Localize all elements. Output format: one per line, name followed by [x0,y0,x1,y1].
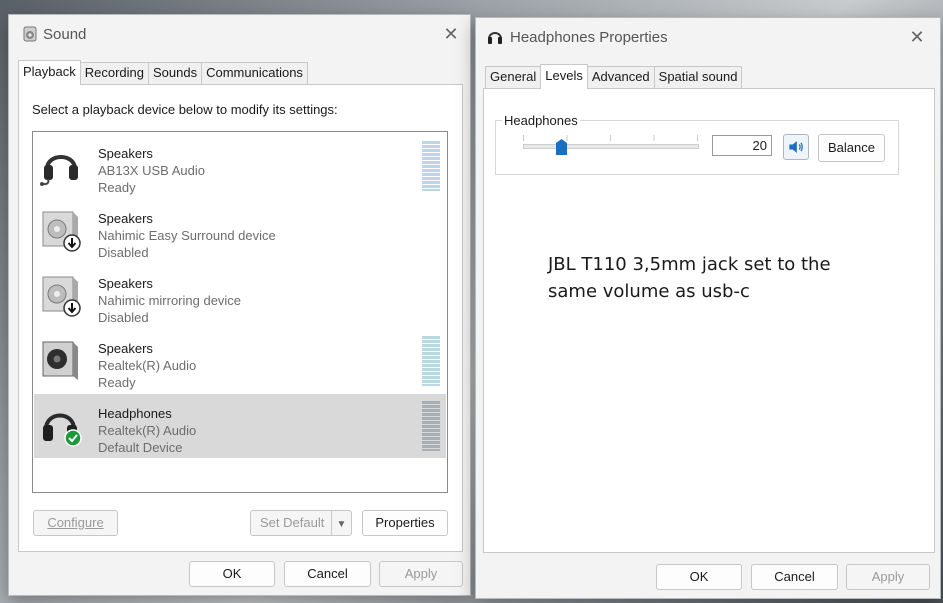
speaker-disabled-icon [42,276,81,317]
tab-general[interactable]: General [485,66,542,88]
set-default-label: Set Default [260,515,325,530]
sound-titlebar: Sound ✕ [9,15,470,53]
sound-window: Sound ✕ Playback Recording Sounds Commun… [8,14,471,596]
ok-button[interactable]: OK [656,564,742,590]
properties-tabs: General Levels Advanced Spatial sound [485,64,743,89]
headphones-default-icon [43,413,82,447]
level-value: 20 [752,138,767,153]
level-value-field[interactable]: 20 [712,135,772,156]
headphones-level-group: Headphones 20 Balance [495,113,899,175]
speaker-disabled-icon [42,211,81,252]
note-line: same volume as usb-c [548,281,750,302]
tab-communications[interactable]: Communications [201,62,308,84]
set-default-button[interactable]: Set Default ▼ [250,510,352,536]
device-status: Default Device [98,440,183,455]
device-status: Disabled [98,245,149,260]
device-description: AB13X USB Audio [98,163,205,178]
ok-button[interactable]: OK [189,561,275,587]
tab-sounds[interactable]: Sounds [148,62,203,84]
tab-recording[interactable]: Recording [79,62,150,84]
playback-panel: Select a playback device below to modify… [18,84,463,552]
configure-label: Configure [47,515,104,530]
chevron-down-icon: ▼ [336,519,347,530]
device-row[interactable]: Speakers Realtek(R) Audio Ready [34,329,446,393]
device-list[interactable]: Speakers AB13X USB Audio Ready Speakers … [32,131,448,493]
device-row[interactable]: Speakers Nahimic Easy Surround device Di… [34,199,446,263]
headphones-app-icon [488,32,502,44]
device-name: Speakers [98,211,153,226]
device-name: Speakers [98,146,153,161]
tab-levels[interactable]: Levels [540,64,588,89]
speaker-app-icon [23,26,37,42]
device-row[interactable]: Speakers AB13X USB Audio Ready [34,134,446,198]
cancel-button[interactable]: Cancel [751,564,838,590]
properties-window: Headphones Properties ✕ General Levels A… [475,17,941,599]
device-status: Ready [98,375,136,390]
note-line: JBL T110 3,5mm jack set to the [548,254,831,275]
levels-panel: Headphones 20 Balance JBL T110 3,5mm jac… [483,88,935,553]
level-meter [422,401,440,451]
properties-button[interactable]: Properties [362,510,448,536]
slider-track [523,144,699,149]
device-row[interactable]: Speakers Nahimic mirroring device Disabl… [34,264,446,328]
headset-icon [40,155,78,186]
tab-advanced[interactable]: Advanced [586,66,655,88]
tab-spatial-sound[interactable]: Spatial sound [653,66,743,88]
window-title: Sound [43,26,87,43]
device-status: Disabled [98,310,149,325]
slider-ticks [523,135,699,141]
properties-label: Properties [375,515,435,530]
device-name: Speakers [98,276,153,291]
tab-playback[interactable]: Playback [18,60,81,85]
speaker-icon [42,341,78,380]
slider-thumb[interactable] [556,139,567,155]
properties-titlebar: Headphones Properties ✕ [476,18,940,56]
sound-tabs: Playback Recording Sounds Communications [18,60,308,85]
level-meter [422,336,440,386]
level-meter [422,141,440,191]
window-title: Headphones Properties [510,29,668,46]
apply-button[interactable]: Apply [379,561,463,587]
balance-button[interactable]: Balance [818,134,885,162]
device-description: Realtek(R) Audio [98,358,197,373]
annotation-note: JBL T110 3,5mm jack set to the same volu… [548,251,831,305]
speaker-volume-icon [789,141,803,153]
device-description: Realtek(R) Audio [98,423,197,438]
close-icon[interactable]: ✕ [439,23,463,45]
set-default-dropdown[interactable]: ▼ [331,511,351,535]
device-row[interactable]: Headphones Realtek(R) Audio Default Devi… [34,394,446,458]
cancel-button[interactable]: Cancel [284,561,371,587]
device-name: Headphones [98,406,172,421]
mute-button[interactable] [783,134,809,160]
level-group-label: Headphones [502,113,580,128]
device-description: Nahimic mirroring device [98,293,242,308]
close-icon[interactable]: ✕ [905,26,929,48]
volume-slider[interactable] [523,133,699,157]
instruction-text: Select a playback device below to modify… [32,102,338,117]
device-status: Ready [98,180,136,195]
device-description: Nahimic Easy Surround device [98,228,276,243]
apply-button[interactable]: Apply [846,564,930,590]
configure-button[interactable]: Configure [33,510,118,536]
device-name: Speakers [98,341,153,356]
